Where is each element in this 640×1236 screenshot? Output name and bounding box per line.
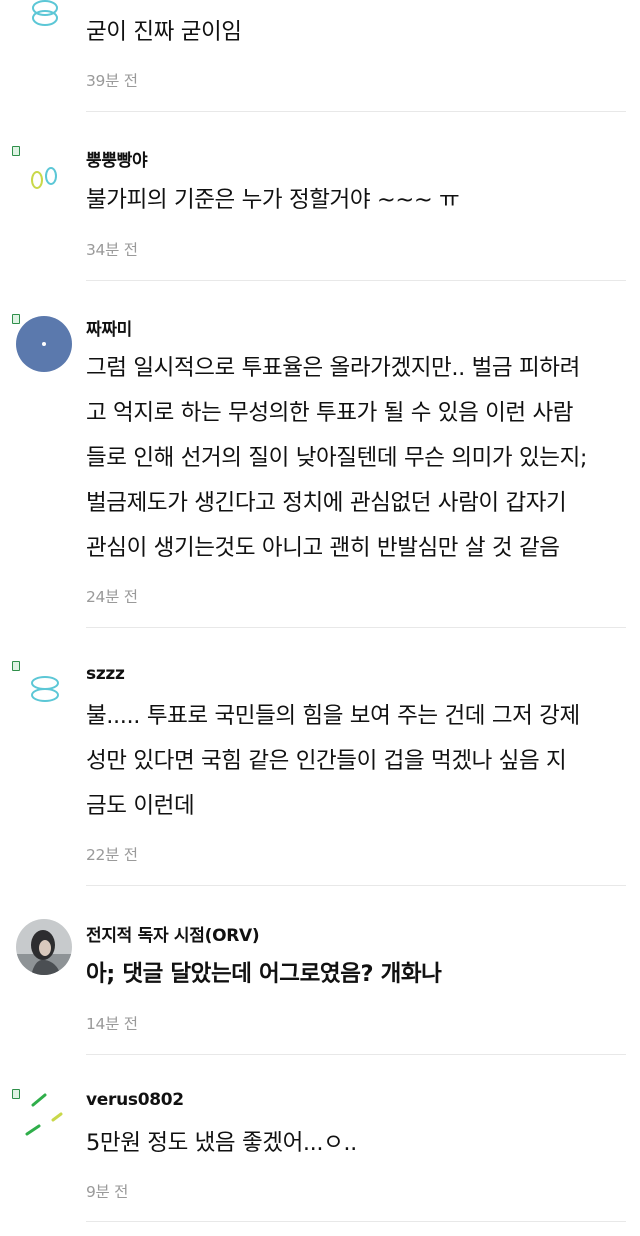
- comment-line: 아; 댓글 달았는데 어그로였음? 개화나: [86, 961, 442, 987]
- comment-line: 그럼 일시적으로 투표율은 올라가겠지만.. 벌금 피하려: [86, 355, 580, 381]
- moon-avatar-icon: [16, 316, 72, 372]
- comment-line: 5만원 정도 냈음 좋겠어...ㅇ..: [86, 1130, 357, 1156]
- comment-line: 관심이 생기는것도 아니고 괜히 반발심만 살 것 같음: [86, 535, 560, 561]
- comment-author[interactable]: 짜짜미: [86, 315, 132, 340]
- comment-time: 24분 전: [86, 588, 138, 606]
- comment-line: 고 억지로 하는 무성의한 투표가 될 수 있음 이런 사람: [86, 400, 574, 426]
- divider: [86, 885, 626, 886]
- comment-author[interactable]: verus0802: [86, 1090, 184, 1110]
- comment-line: 불..... 투표로 국민들의 힘을 보여 주는 건데 그저 강제: [86, 703, 580, 729]
- divider: [86, 280, 626, 281]
- comment-body: 불..... 투표로 국민들의 힘을 보여 주는 건데 그저 강제 성만 있다면…: [86, 694, 621, 829]
- comment-time: 14분 전: [86, 1015, 138, 1033]
- comment-body: 그럼 일시적으로 투표율은 올라가겠지만.. 벌금 피하려 고 억지로 하는 무…: [86, 346, 621, 571]
- avatar[interactable]: [12, 314, 73, 373]
- badge-icon: [12, 1089, 20, 1099]
- comment-line: 굳이 진짜 굳이임: [86, 19, 242, 45]
- avatar[interactable]: [15, 918, 73, 976]
- comment-time: 39분 전: [86, 72, 138, 90]
- avatar[interactable]: [12, 1089, 73, 1148]
- comment-body: 아; 댓글 달았는데 어그로였음? 개화나: [86, 952, 621, 997]
- profile-photo-avatar-icon: [16, 919, 72, 975]
- comment-line: 벌금제도가 생긴다고 정치에 관심없던 사람이 갑자기: [86, 490, 567, 516]
- comment-line: 금도 이런데: [86, 793, 195, 819]
- comment-line: 불가피의 기준은 누가 정할거야 ~~~ ㅠ: [86, 187, 460, 213]
- comment-line: 성만 있다면 국힘 같은 인간들이 겁을 먹겠나 싶음 지: [86, 748, 567, 774]
- badge-icon: [12, 314, 20, 324]
- comment-line: 들로 인해 선거의 질이 낮아질텐데 무슨 의미가 있는지;: [86, 445, 588, 471]
- divider: [86, 1221, 626, 1222]
- divider: [86, 111, 626, 112]
- comment-body: 불가피의 기준은 누가 정할거야 ~~~ ㅠ: [86, 178, 621, 223]
- divider: [86, 1054, 626, 1055]
- rings-avatar-icon: [31, 676, 59, 702]
- dashes-avatar-icon: [25, 1093, 63, 1136]
- divider: [86, 627, 626, 628]
- badge-icon: [12, 661, 20, 671]
- badge-icon: [12, 146, 20, 156]
- comment-time: 9분 전: [86, 1183, 129, 1201]
- comment-time: 34분 전: [86, 241, 138, 259]
- comment-body: 5만원 정도 냈음 좋겠어...ㅇ..: [86, 1121, 621, 1166]
- avatar[interactable]: [12, 661, 73, 720]
- avatar[interactable]: [15, 0, 73, 36]
- rings-avatar-icon: [31, 167, 57, 189]
- avatar[interactable]: [12, 146, 73, 205]
- comment-author[interactable]: 뿡뿡빵야: [86, 146, 148, 171]
- comment-author[interactable]: szzz: [86, 664, 125, 684]
- rings-avatar-icon: [32, 0, 58, 26]
- comment-body: 굳이 진짜 굳이임: [86, 10, 621, 55]
- comment-time: 22분 전: [86, 846, 138, 864]
- comment-author[interactable]: 전지적 독자 시점(ORV): [86, 921, 260, 946]
